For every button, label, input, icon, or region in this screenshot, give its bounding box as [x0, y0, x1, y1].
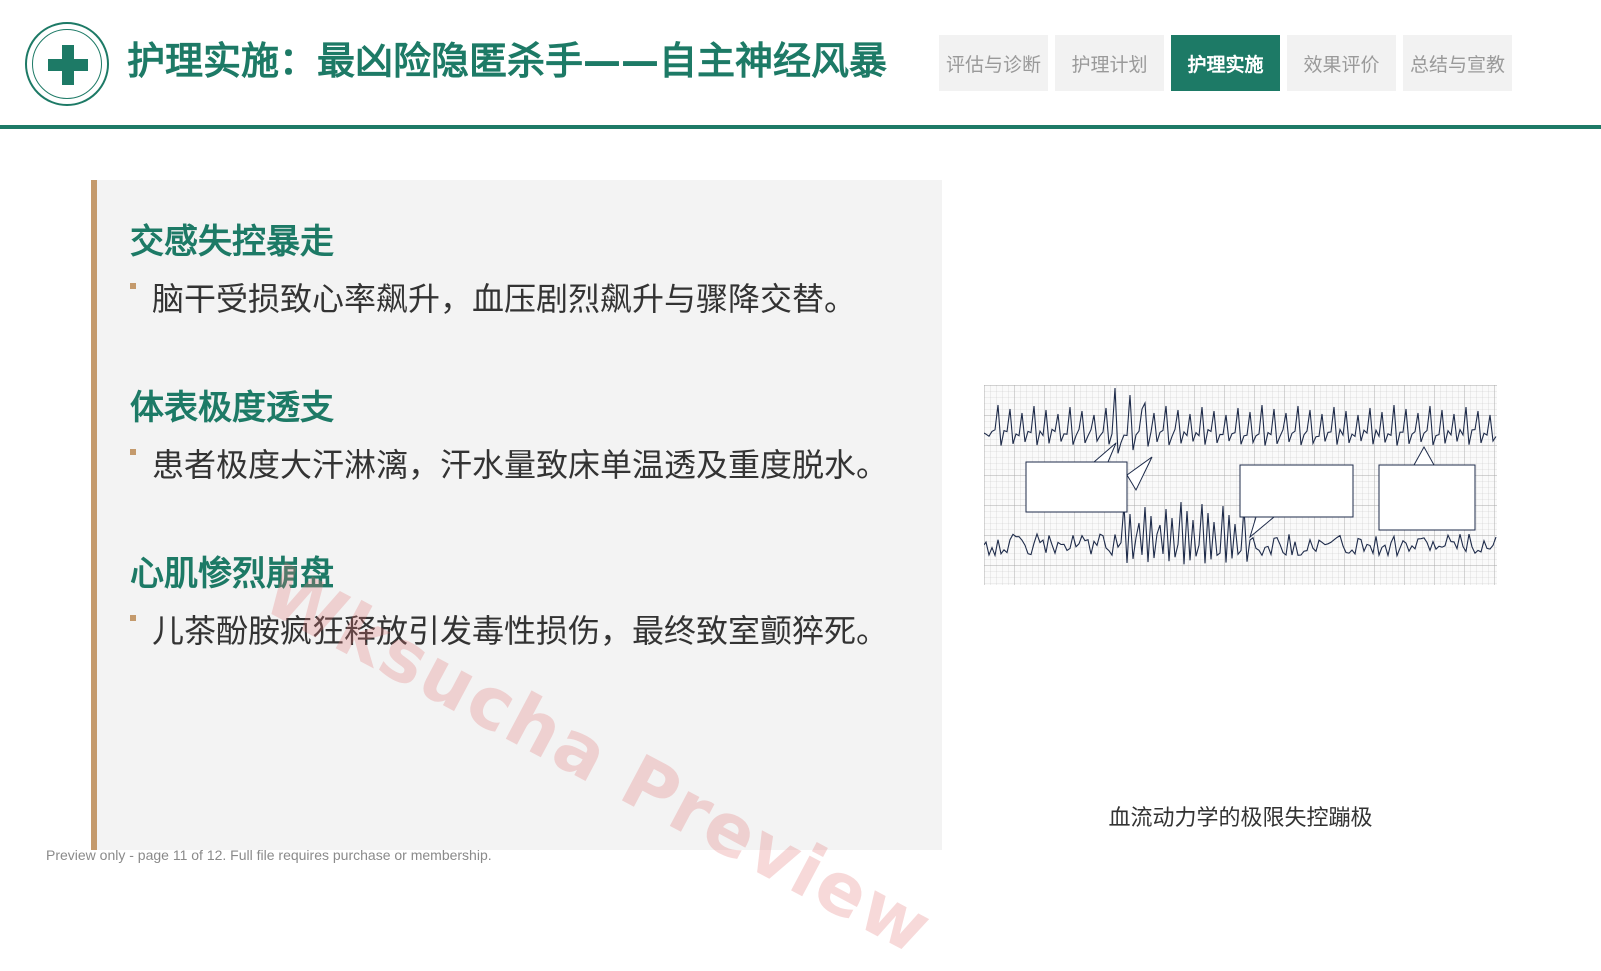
- list-item: 脑干受损致心率飙升，血压剧烈飙升与骤降交替。: [130, 275, 897, 323]
- section-heading: 体表极度透支: [130, 388, 334, 428]
- list-item: 儿茶酚胺疯狂释放引发毒性损伤，最终致室颤猝死。: [130, 607, 897, 655]
- callout-box: [1378, 464, 1476, 531]
- tab-care-plan[interactable]: 护理计划: [1055, 35, 1164, 91]
- bullet-icon: [130, 282, 136, 289]
- bullet-icon: [130, 614, 136, 621]
- section-heading: 交感失控暴走: [130, 222, 334, 262]
- tab-evaluation[interactable]: 效果评价: [1287, 35, 1396, 91]
- ecg-waveform-illustration: [984, 385, 1497, 585]
- bullet-icon: [130, 448, 136, 455]
- section-myocardium: 心肌惨烈崩盘 儿茶酚胺疯狂释放引发毒性损伤，最终致室颤猝死。: [130, 554, 897, 655]
- figure-caption: 血流动力学的极限失控蹦极: [1108, 806, 1373, 831]
- callout-box: [1025, 461, 1128, 513]
- bullet-text: 患者极度大汗淋漓，汗水量致床单温透及重度脱水。: [152, 445, 889, 484]
- tab-assessment[interactable]: 评估与诊断: [939, 35, 1048, 91]
- section-sympathetic: 交感失控暴走 脑干受损致心率飙升，血压剧烈飙升与骤降交替。: [130, 222, 897, 323]
- page-title: 护理实施：最凶险隐匿杀手——自主神经风暴: [127, 39, 888, 83]
- section-body-surface: 体表极度透支 患者极度大汗淋漓，汗水量致床单温透及重度脱水。: [130, 388, 897, 489]
- footer-notice: Preview only - page 11 of 12. Full file …: [46, 847, 492, 863]
- slide-header: 护理实施：最凶险隐匿杀手——自主神经风暴 评估与诊断 护理计划 护理实施 效果评…: [0, 0, 1601, 130]
- header-divider: [0, 125, 1601, 129]
- section-heading: 心肌惨烈崩盘: [130, 554, 334, 594]
- tab-summary[interactable]: 总结与宣教: [1403, 35, 1512, 91]
- bullet-text: 脑干受损致心率飙升，血压剧烈飙升与骤降交替。: [152, 279, 857, 318]
- callout-box: [1239, 464, 1354, 518]
- list-item: 患者极度大汗淋漓，汗水量致床单温透及重度脱水。: [130, 441, 897, 489]
- medical-cross-logo-icon: [25, 22, 109, 106]
- tab-implementation[interactable]: 护理实施: [1171, 35, 1280, 91]
